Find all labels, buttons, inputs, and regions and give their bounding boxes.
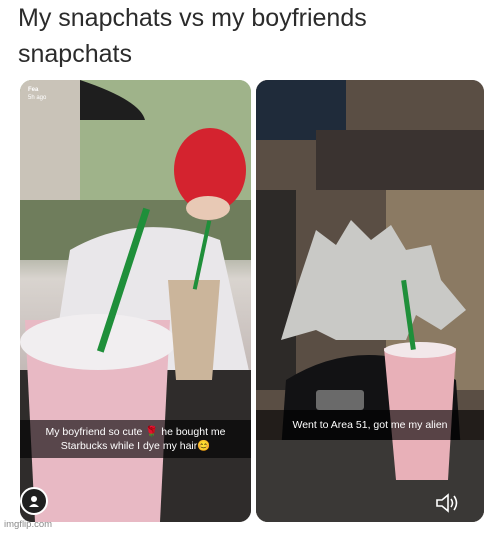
watermark: imgflip.com <box>4 519 53 530</box>
meme-title-line1: My snapchats vs my boyfriends <box>18 4 367 32</box>
speaker-icon[interactable] <box>432 490 462 516</box>
right-snap-scene <box>256 80 484 522</box>
avatar-glyph <box>29 496 39 507</box>
left-snap-caption-line2: Starbucks while I dye my hair😊 <box>60 440 211 452</box>
left-snap-caption: My boyfriend so cute 🌹 he bought me Star… <box>20 420 251 458</box>
left-snap-header-name: Fea <box>28 87 39 93</box>
left-snap-header: Fea 5h ago <box>28 86 46 102</box>
speaker-glyph <box>436 493 458 513</box>
ghost-avatar-icon[interactable] <box>20 487 48 515</box>
right-snap-caption-text: Went to Area 51, got me my alien <box>292 419 448 431</box>
meme-title: My snapchats vs my boyfriends snapchats <box>18 0 488 72</box>
left-snap-caption-line1: My boyfriend so cute 🌹 he bought me <box>45 426 226 438</box>
left-snap-header-time: 5h ago <box>28 95 47 101</box>
right-snap-caption: Went to Area 51, got me my alien <box>256 410 484 440</box>
meme-title-line2: snapchats <box>18 40 132 68</box>
right-snap-photo <box>256 80 484 522</box>
